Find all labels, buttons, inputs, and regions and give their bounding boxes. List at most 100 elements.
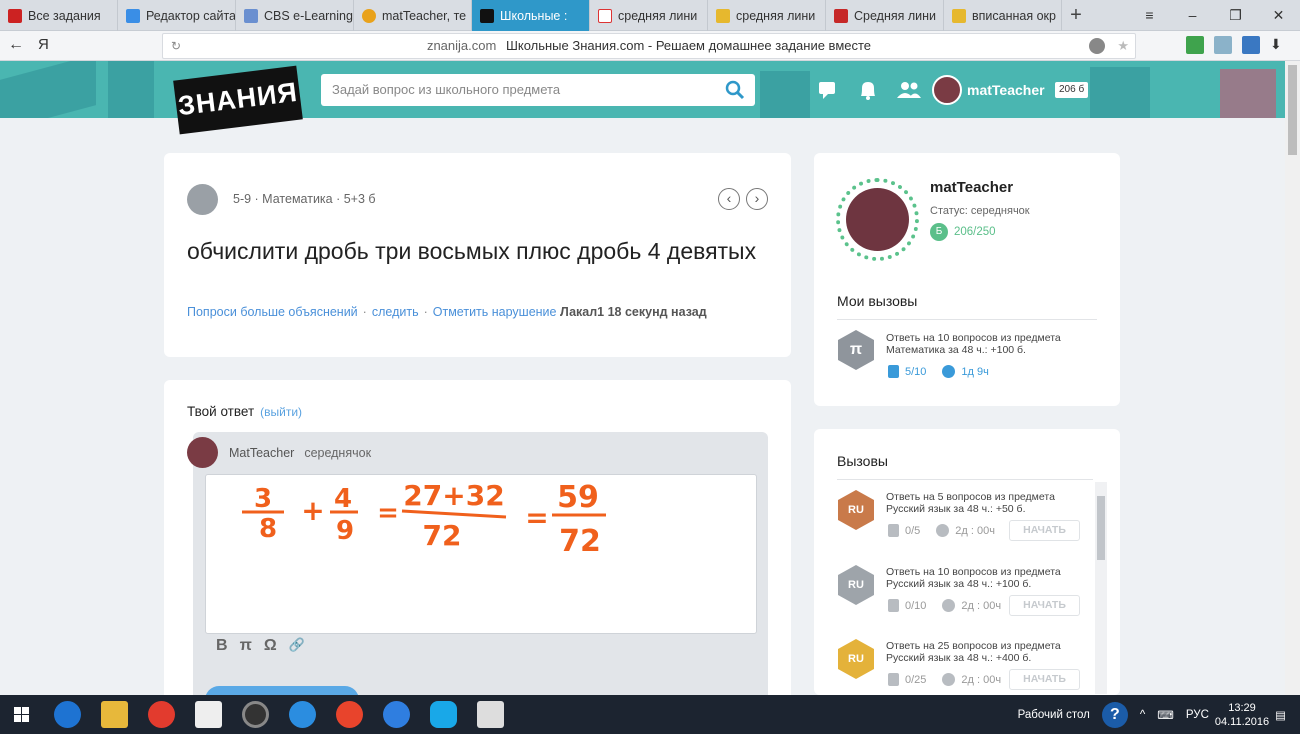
fraction-3-numerator: 27+32 [403,479,504,512]
browser-tab[interactable]: средняя лини [708,0,826,31]
window-controls: ≡ – ❐ ✕ [1128,0,1300,31]
calculator-icon[interactable] [477,701,504,728]
store-icon[interactable] [195,701,222,728]
bookmark-star-icon[interactable]: ★ [1117,34,1129,58]
notifications-bell-icon[interactable] [856,78,880,102]
edge-icon[interactable] [54,701,81,728]
challenge-description: Ответь на 5 вопросов из предмета Русский… [886,491,1055,515]
page-scrollbar[interactable] [1285,61,1300,695]
profile-avatar[interactable] [836,178,919,261]
address-bar-row: ← Я ↻ znanija.com Школьные Знания.com - … [0,31,1300,61]
browser-tab[interactable]: Все задания [0,0,118,31]
yandex-button[interactable]: Я [38,36,49,53]
keyboard-icon[interactable]: ⌨ [1157,708,1174,722]
document-icon [888,365,899,378]
exit-link[interactable]: (выйти) [260,405,302,419]
user-avatar[interactable] [932,75,962,105]
special-chars-button[interactable]: Ω [264,637,277,655]
new-tab-button[interactable]: + [1062,0,1090,30]
profile-status: Статус: середнячок [930,205,1030,217]
follow-link[interactable]: следить [372,305,419,319]
bold-button[interactable]: B [216,637,228,655]
browser-tab[interactable]: средняя лини [590,0,708,31]
extension-green-icon[interactable] [1186,36,1204,54]
scrollbar-thumb[interactable] [1097,496,1105,560]
extension-window-icon[interactable] [1242,36,1260,54]
windows-taskbar: Рабочий стол ? ^ ⌨ РУС 13:29 04.11.2016 ▤ [0,695,1300,734]
browser-tab[interactable]: Средняя лини [826,0,944,31]
asker-avatar[interactable] [187,184,218,215]
download-icon[interactable]: ⬇ [1270,36,1288,54]
start-challenge-button[interactable]: НАЧАТЬ [1009,669,1080,690]
answer-textarea[interactable]: 3 8 + 4 9 = 27+32 72 = 59 72 [205,474,757,634]
browser-tab-active[interactable]: Школьные : [472,0,590,31]
next-question-button[interactable]: › [746,188,768,210]
editor-toolbar: B π Ω 🔗 [216,637,305,655]
skype-icon[interactable] [430,701,457,728]
close-button[interactable]: ✕ [1257,0,1300,31]
extension-icon[interactable] [1089,38,1105,54]
document-icon [888,673,899,686]
menu-icon[interactable]: ≡ [1128,0,1171,31]
internet-explorer-icon[interactable] [289,701,316,728]
challenge-description: Ответь на 10 вопросов из предмета Матема… [886,332,1061,356]
challenge-time: 2д : 00ч [961,599,1002,612]
challenge-description: Ответь на 10 вопросов из предмета Русски… [886,566,1061,590]
points-badge-icon: Б [930,223,948,241]
challenge-time: 2д : 00ч [955,524,995,537]
url-title: Школьные Знания.com - Решаем домашнее за… [505,38,872,53]
chrome-icon[interactable] [336,701,363,728]
tray-chevron-icon[interactable]: ^ [1140,709,1145,721]
scrollbar-thumb[interactable] [1288,65,1297,155]
browser-tab-strip: Все задания Редактор сайта CBS e-Learnin… [0,0,1300,31]
banner-decoration [760,71,810,118]
attach-icon[interactable]: 🔗 [289,637,305,655]
yandex-browser-icon[interactable] [148,701,175,728]
media-player-icon[interactable] [242,701,269,728]
profile-points: Б 206/250 [930,223,996,241]
report-link[interactable]: Отметить нарушение [433,305,557,319]
browser-tab[interactable]: matTeacher, те [354,0,472,31]
browser-tab[interactable]: Редактор сайта [118,0,236,31]
extension-user-icon[interactable] [1214,36,1232,54]
help-icon[interactable]: ? [1101,701,1128,728]
ask-more-link[interactable]: Попроси больше объяснений [187,305,358,319]
profile-photo [846,188,909,251]
search-input[interactable]: Задай вопрос из школьного предмета [321,74,755,106]
clock[interactable]: 13:29 04.11.2016 [1215,701,1269,729]
url-domain: znanija.com [426,38,497,53]
header-username[interactable]: matTeacher [967,82,1045,98]
back-button[interactable]: ← [8,36,24,54]
start-challenge-button[interactable]: НАЧАТЬ [1009,520,1080,541]
challenges-scrollbar[interactable] [1095,482,1107,694]
clock-icon [942,365,956,378]
profile-name[interactable]: matTeacher [930,179,1013,196]
prev-question-button[interactable]: ‹ [718,188,740,210]
browser-tab[interactable]: CBS e-Learning [236,0,354,31]
question-title: обчислити дробь три восьмых плюс дробь 4… [187,238,757,264]
messages-icon[interactable] [817,78,841,102]
math-button[interactable]: π [240,637,252,655]
minimize-button[interactable]: – [1171,0,1214,31]
url-field[interactable]: ↻ znanija.com Школьные Знания.com - Реша… [162,33,1136,59]
ccleaner-icon[interactable] [383,701,410,728]
challenge-progress: 0/25 [905,673,927,686]
fraction-2-denominator: 9 [336,516,354,546]
tab-favicon-icon [244,8,258,23]
reload-icon[interactable]: ↻ [171,34,181,58]
fraction-1-denominator: 8 [259,514,277,544]
search-icon[interactable] [725,80,745,100]
notifications-icon[interactable]: ▤ [1275,708,1286,722]
plus-sign: + [301,494,324,527]
desktop-toolbar[interactable]: Рабочий стол [1018,709,1090,721]
answerer-name: MatTeacher [229,446,295,460]
browser-tab[interactable]: вписанная окр [944,0,1062,31]
windows-start-icon[interactable] [0,695,44,734]
language-indicator[interactable]: РУС [1186,709,1209,721]
challenge-progress: 5/10 [905,365,927,378]
file-explorer-icon[interactable] [101,701,128,728]
restore-button[interactable]: ❐ [1214,0,1257,31]
divider [837,319,1097,320]
friends-icon[interactable] [895,78,923,102]
start-challenge-button[interactable]: НАЧАТЬ [1009,595,1080,616]
